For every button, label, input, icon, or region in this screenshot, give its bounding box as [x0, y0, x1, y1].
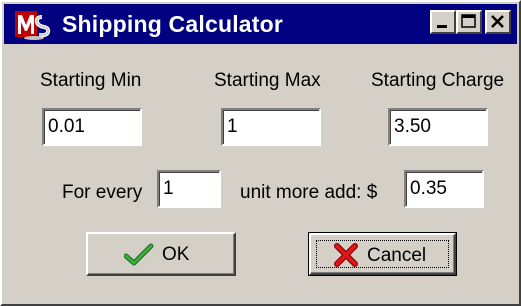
- starting-min-label: Starting Min: [40, 70, 142, 91]
- close-button[interactable]: [485, 10, 511, 34]
- red-x-icon: [334, 243, 358, 267]
- maximize-icon: [461, 14, 476, 28]
- maximize-button[interactable]: [456, 10, 482, 34]
- minimize-icon: [437, 25, 447, 28]
- title-bar[interactable]: Shipping Calculator: [4, 4, 517, 44]
- close-icon: [491, 15, 504, 28]
- starting-max-label: Starting Max: [214, 70, 321, 91]
- minimize-button[interactable]: [430, 10, 456, 34]
- every-units-input[interactable]: 1: [157, 170, 221, 208]
- ms-logo-icon: [15, 11, 51, 40]
- shipping-calculator-window: Shipping Calculator Starting Min Startin…: [0, 0, 521, 306]
- cancel-button-label: Cancel: [367, 245, 427, 266]
- starting-max-input[interactable]: 1: [221, 108, 321, 146]
- starting-min-input[interactable]: 0.01: [42, 108, 142, 146]
- window-title: Shipping Calculator: [62, 11, 284, 37]
- starting-charge-label: Starting Charge: [371, 70, 505, 91]
- unit-more-add-label: unit more add: $: [240, 182, 378, 203]
- add-amount-input[interactable]: 0.35: [404, 170, 484, 208]
- for-every-label: For every: [62, 182, 143, 203]
- checkmark-icon: [124, 243, 154, 266]
- cancel-button[interactable]: Cancel: [308, 232, 457, 276]
- starting-charge-input[interactable]: 3.50: [388, 108, 488, 146]
- ok-button-label: OK: [162, 244, 190, 265]
- ok-button[interactable]: OK: [86, 232, 236, 276]
